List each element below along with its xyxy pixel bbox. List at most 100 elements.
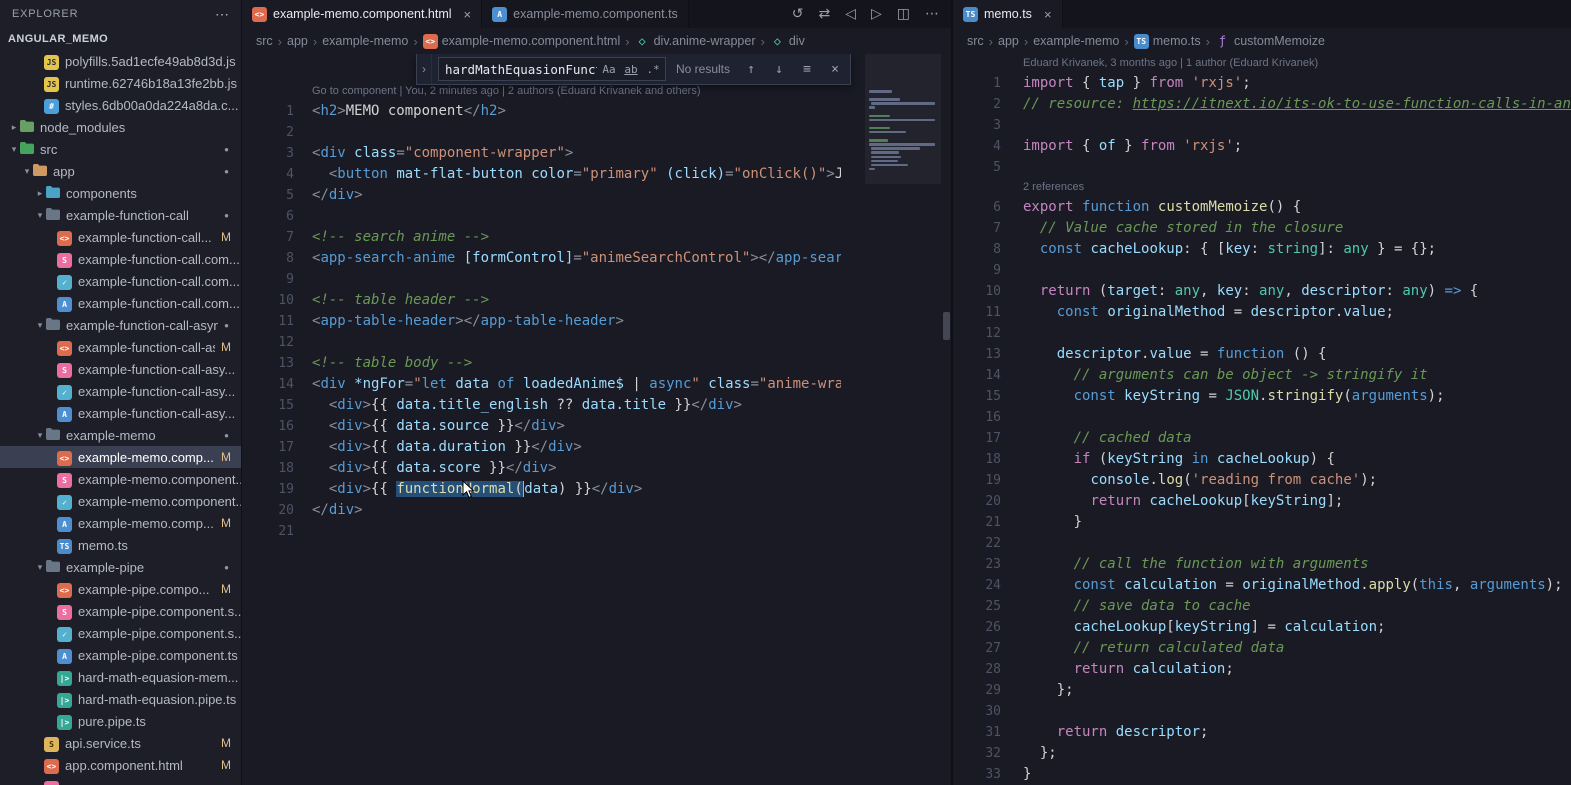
breadcrumb-item[interactable]: example-memo	[322, 34, 408, 48]
code-line[interactable]: 7 // Value cache stored in the closure	[953, 218, 1571, 239]
file-item[interactable]: Aexample-function-call-asy...	[0, 402, 241, 424]
file-item[interactable]: S	[0, 776, 241, 785]
folder-item[interactable]: ▾ example-function-call-async ●	[0, 314, 241, 336]
line-number[interactable]: 10	[953, 281, 1023, 302]
line-number[interactable]: 20	[953, 491, 1023, 512]
line-number[interactable]: 22	[953, 533, 1023, 554]
line-number[interactable]: 21	[242, 521, 312, 542]
line-number[interactable]: 32	[953, 743, 1023, 764]
file-item[interactable]: Sapi.service.ts M	[0, 732, 241, 754]
code-line[interactable]: 31 return descriptor;	[953, 722, 1571, 743]
line-number[interactable]: 7	[953, 218, 1023, 239]
code-line[interactable]: 14 <div *ngFor="let data of loadedAnime$ …	[242, 374, 841, 395]
editor-left[interactable]: Go to component | You, 2 minutes ago | 2…	[242, 54, 951, 785]
line-number[interactable]: 9	[242, 269, 312, 290]
code-line[interactable]: 2// resource: https://itnext.io/its-ok-t…	[953, 94, 1571, 115]
folder-item[interactable]: ▾ example-memo ●	[0, 424, 241, 446]
file-item[interactable]: JS polyfills.5ad1ecfe49ab8d3d.js	[0, 50, 241, 72]
breadcrumb-item[interactable]: src	[256, 34, 273, 48]
breadcrumb-item[interactable]: TS memo.ts	[1133, 33, 1201, 49]
code-line[interactable]: 26 cacheLookup[keyString] = calculation;	[953, 617, 1571, 638]
regex-icon[interactable]: .*	[643, 59, 663, 79]
code-line[interactable]: 4 <button mat-flat-button color="primary…	[242, 164, 841, 185]
file-item[interactable]: ✓ example-function-call-asy...	[0, 380, 241, 402]
line-number[interactable]: 13	[953, 344, 1023, 365]
line-number[interactable]: 25	[953, 596, 1023, 617]
code-line[interactable]: 19 console.log('reading from cache');	[953, 470, 1571, 491]
line-number[interactable]: 19	[242, 479, 312, 500]
line-number[interactable]: 7	[242, 227, 312, 248]
breadcrumb-item[interactable]: example-memo	[1033, 34, 1119, 48]
folder-item[interactable]: ▸ components	[0, 182, 241, 204]
code-line[interactable]: 11 <app-table-header></app-table-header>	[242, 311, 841, 332]
code-line[interactable]: 18 <div>{{ data.score }}</div>	[242, 458, 841, 479]
file-item[interactable]: |> pure.pipe.ts	[0, 710, 241, 732]
editor-tab[interactable]: TS memo.ts ×	[953, 0, 1063, 28]
file-item[interactable]: # styles.6db00a0da224a8da.c...	[0, 94, 241, 116]
code-line[interactable]: 23 // call the function with arguments	[953, 554, 1571, 575]
line-number[interactable]: 3	[242, 143, 312, 164]
breadcrumb-item[interactable]: ◇ div.anime-wrapper	[635, 34, 755, 49]
code-line[interactable]: 21	[242, 521, 841, 542]
file-item[interactable]: ✓ example-pipe.component.s...	[0, 622, 241, 644]
code-area[interactable]: Go to component | You, 2 minutes ago | 2…	[242, 54, 841, 785]
line-number[interactable]: 1	[242, 101, 312, 122]
code-line[interactable]: 29 };	[953, 680, 1571, 701]
line-number[interactable]: 17	[242, 437, 312, 458]
code-line[interactable]: 21 }	[953, 512, 1571, 533]
code-line[interactable]: 32 };	[953, 743, 1571, 764]
scrollbar-thumb[interactable]	[943, 312, 950, 340]
code-line[interactable]: 16	[953, 407, 1571, 428]
compare-changes-icon[interactable]: ⇄	[818, 6, 830, 22]
line-number[interactable]: 26	[953, 617, 1023, 638]
minimap-slider[interactable]	[865, 54, 941, 184]
code-area[interactable]: Eduard Krivanek, 3 months ago | 1 author…	[953, 54, 1571, 785]
previous-change-icon[interactable]: ◁	[845, 6, 856, 22]
file-item[interactable]: Sexample-function-call.com...	[0, 248, 241, 270]
editor-right[interactable]: Eduard Krivanek, 3 months ago | 1 author…	[953, 54, 1571, 785]
find-input[interactable]: hardMathEquasionFunct Aa ab .*	[437, 57, 666, 81]
code-line[interactable]: 11 const originalMethod = descriptor.val…	[953, 302, 1571, 323]
line-number[interactable]: 1	[953, 73, 1023, 94]
line-number[interactable]: 13	[242, 353, 312, 374]
code-line[interactable]: 7 <!-- search anime -->	[242, 227, 841, 248]
code-line[interactable]: 8 <app-search-anime [formControl]="animeS…	[242, 248, 841, 269]
line-number[interactable]: 6	[953, 197, 1023, 218]
code-line[interactable]: 20 return cacheLookup[keyString];	[953, 491, 1571, 512]
folder-item[interactable]: ▸ node_modules	[0, 116, 241, 138]
code-line[interactable]: 14 // arguments can be object -> stringi…	[953, 365, 1571, 386]
code-line[interactable]: 24 const calculation = originalMethod.ap…	[953, 575, 1571, 596]
match-case-icon[interactable]: Aa	[599, 59, 619, 79]
file-item[interactable]: |> hard-math-equasion.pipe.ts	[0, 688, 241, 710]
line-number[interactable]: 30	[953, 701, 1023, 722]
line-number[interactable]: 29	[953, 680, 1023, 701]
line-number[interactable]: 15	[242, 395, 312, 416]
code-line[interactable]: 28 return calculation;	[953, 659, 1571, 680]
code-line[interactable]: 12	[242, 332, 841, 353]
breadcrumb-item[interactable]: src	[967, 34, 984, 48]
line-number[interactable]: 3	[953, 115, 1023, 136]
code-line[interactable]: 15 <div>{{ data.title_english ?? data.ti…	[242, 395, 841, 416]
line-number[interactable]: 8	[242, 248, 312, 269]
code-line[interactable]: 30	[953, 701, 1571, 722]
breadcrumb-item[interactable]: ◇ div	[770, 34, 805, 49]
breadcrumb-item[interactable]: app	[998, 34, 1019, 48]
explorer-more-actions-icon[interactable]: ⋯	[215, 6, 229, 23]
file-item[interactable]: Sexample-memo.component...	[0, 468, 241, 490]
line-number[interactable]: 23	[953, 554, 1023, 575]
file-item[interactable]: Aexample-memo.comp... M	[0, 512, 241, 534]
line-number[interactable]: 18	[242, 458, 312, 479]
line-number[interactable]: 33	[953, 764, 1023, 785]
code-line[interactable]: 2	[242, 122, 841, 143]
find-close-icon[interactable]: ×	[824, 59, 846, 79]
file-item[interactable]: |> hard-math-equasion-mem...	[0, 666, 241, 688]
code-line[interactable]: 20 </div>	[242, 500, 841, 521]
line-number[interactable]: 16	[953, 407, 1023, 428]
code-line[interactable]: 33}	[953, 764, 1571, 785]
file-item[interactable]: <> example-memo.comp... M	[0, 446, 241, 468]
editor-tab[interactable]: Aexample-memo.component.ts	[482, 0, 689, 28]
line-number[interactable]: 12	[242, 332, 312, 353]
codelens-blame[interactable]: Eduard Krivanek, 3 months ago | 1 author…	[1023, 54, 1571, 73]
codelens-references[interactable]: 2 references	[1023, 178, 1571, 197]
find-previous-icon[interactable]: ↑	[740, 59, 762, 79]
